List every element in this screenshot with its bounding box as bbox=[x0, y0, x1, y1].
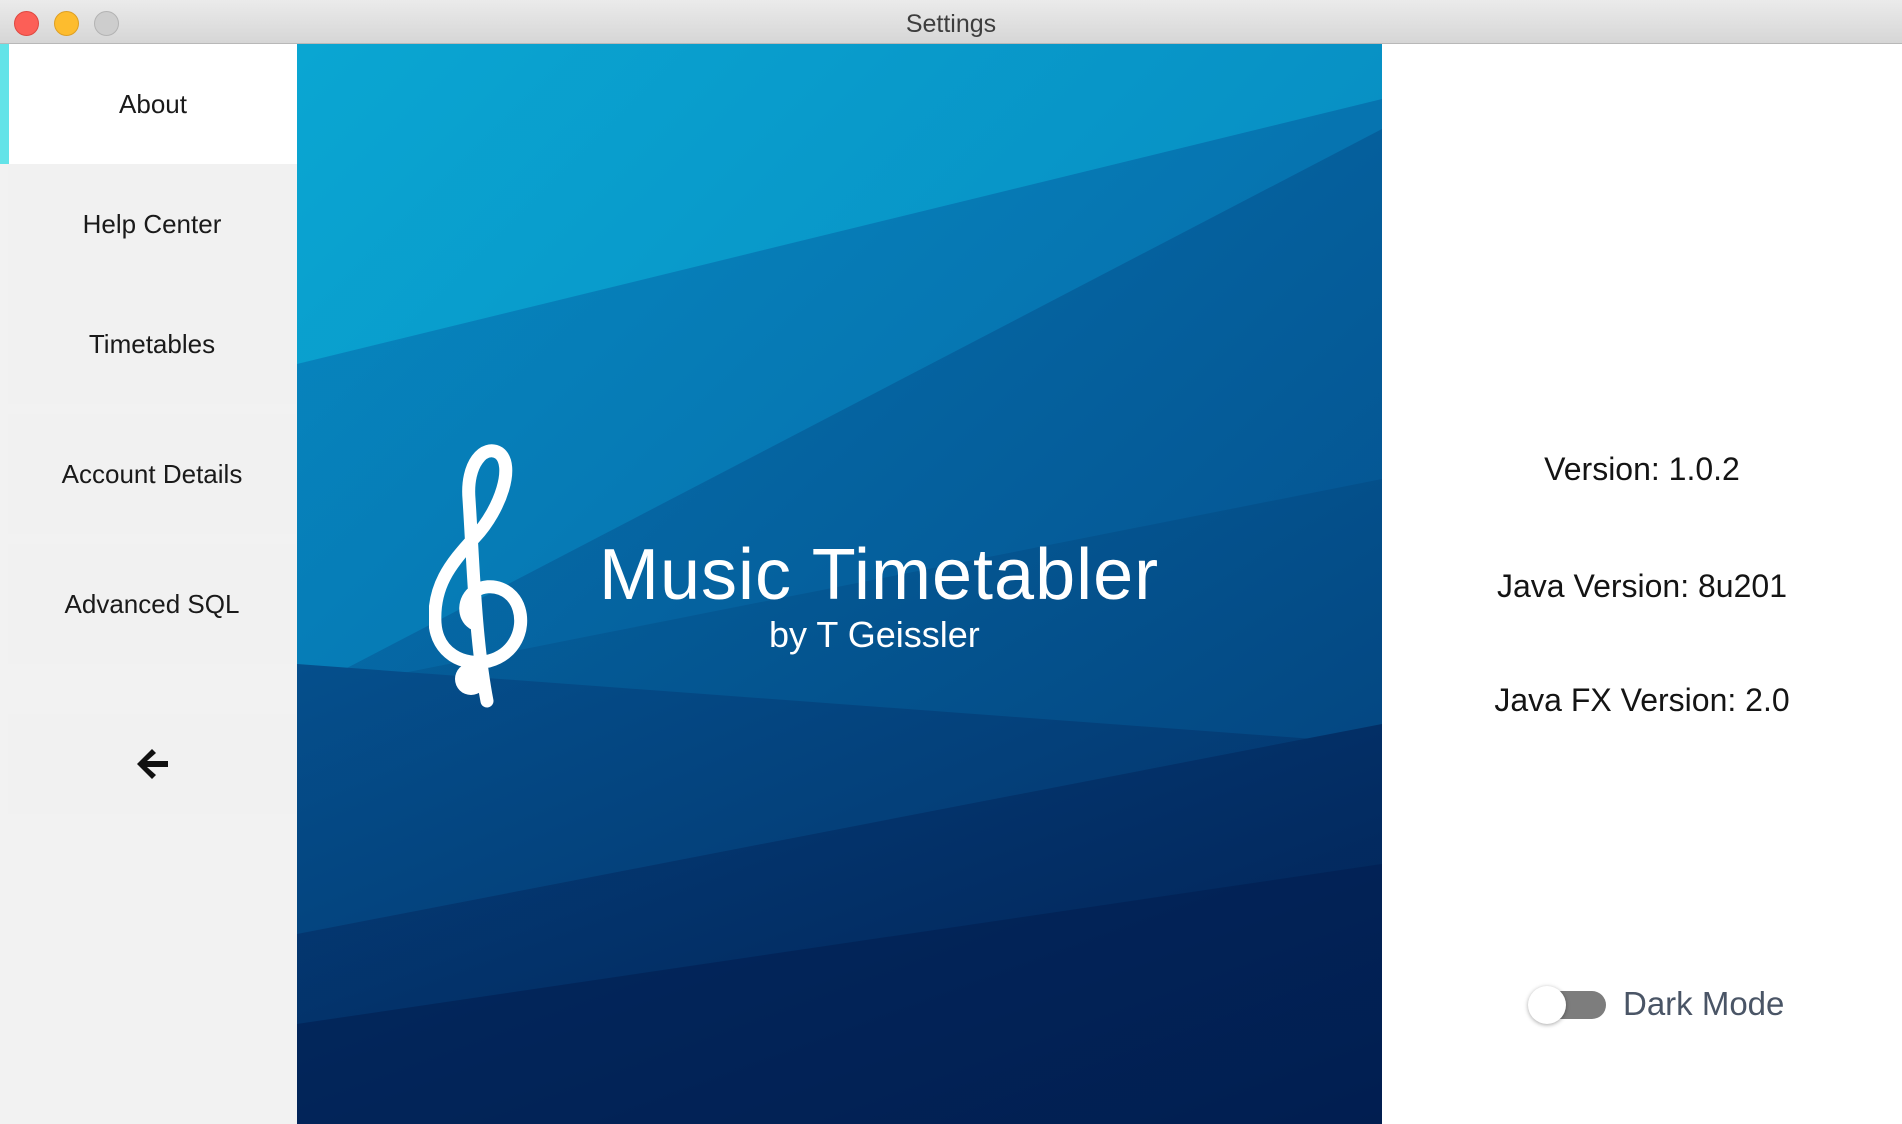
app-name: Music Timetabler bbox=[599, 535, 1160, 615]
sidebar-item-account-details[interactable]: Account Details bbox=[8, 414, 296, 534]
hero-banner: Music Timetabler by T Geissler bbox=[297, 44, 1382, 1124]
sidebar-item-label: Help Center bbox=[82, 208, 222, 239]
about-info-panel: Version: 1.0.2 Java Version: 8u201 Java … bbox=[1382, 44, 1902, 1124]
sidebar-item-help-center[interactable]: Help Center bbox=[8, 164, 296, 284]
sidebar-item-label: About bbox=[119, 88, 187, 119]
sidebar-item-label: Timetables bbox=[88, 328, 216, 359]
sidebar-item-advanced-sql[interactable]: Advanced SQL bbox=[8, 544, 296, 664]
sidebar-item-label: Account Details bbox=[61, 458, 243, 489]
sidebar-item-label: Advanced SQL bbox=[64, 588, 240, 619]
back-button[interactable] bbox=[8, 714, 296, 814]
app-author: by T Geissler bbox=[769, 614, 980, 655]
dark-mode-toggle[interactable] bbox=[1528, 984, 1608, 1024]
window-title: Settings bbox=[905, 10, 997, 38]
javafx-version-text: Java FX Version: 2.0 bbox=[1494, 682, 1790, 718]
sidebar-item-timetables[interactable]: Timetables bbox=[8, 284, 296, 404]
version-text: Version: 1.0.2 bbox=[1544, 451, 1740, 487]
title-bar: Settings bbox=[0, 0, 1902, 44]
arrow-left-icon bbox=[137, 749, 168, 779]
dark-mode-label: Dark Mode bbox=[1623, 985, 1785, 1022]
treble-clef-icon bbox=[429, 444, 528, 708]
toggle-knob bbox=[1528, 986, 1566, 1024]
sidebar: About Help Center Timetables Account Det… bbox=[0, 44, 297, 1124]
sidebar-item-about[interactable]: About bbox=[0, 44, 297, 164]
java-version-text: Java Version: 8u201 bbox=[1497, 568, 1787, 604]
